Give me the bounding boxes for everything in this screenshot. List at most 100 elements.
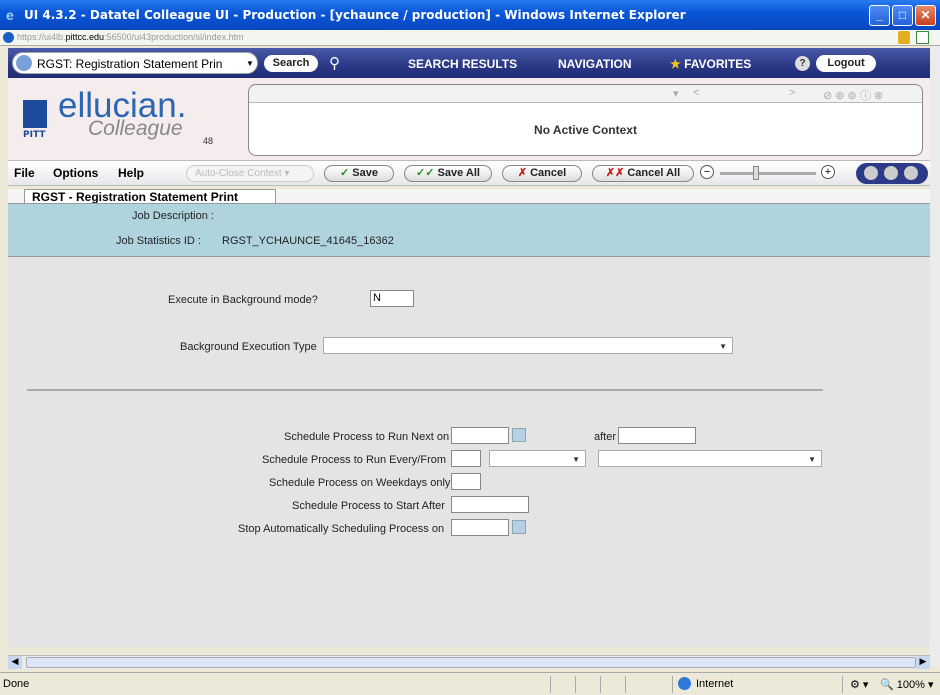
run-every-unit-select[interactable]: ▼: [489, 450, 586, 467]
certificate-icon[interactable]: [916, 31, 929, 44]
run-from-select[interactable]: ▼: [598, 450, 822, 467]
context-dropdown-icon[interactable]: ▾: [673, 87, 679, 100]
bg-type-select[interactable]: ▼: [323, 337, 733, 354]
menu-options[interactable]: Options: [53, 166, 98, 180]
maximize-button[interactable]: □: [892, 5, 913, 26]
menu-file[interactable]: File: [14, 166, 35, 180]
after-time-field[interactable]: [618, 427, 696, 444]
header: PITT ellucian. Colleague 48 ▾ < > ⊘ ⊛ ⊚ …: [8, 78, 930, 160]
bg-type-label: Background Execution Type: [180, 341, 317, 353]
favorite-icon[interactable]: [884, 166, 898, 180]
status-bar: Done Internet ⚙ ▾ 🔍 100% ▾: [0, 672, 940, 695]
address-bar[interactable]: https://ui4lb.pittcc.edu:56500/ui43produ…: [0, 30, 940, 46]
stop-label: Stop Automatically Scheduling Process on: [238, 523, 445, 535]
search-options-icon[interactable]: ⚲: [329, 54, 347, 72]
utility-icons: [856, 163, 928, 184]
page-icon: [3, 32, 14, 43]
cancel-button[interactable]: ✗ Cancel: [502, 165, 582, 182]
zoom-level[interactable]: 🔍 100% ▾: [880, 678, 933, 691]
context-status: No Active Context: [534, 123, 637, 137]
form-selector-value: RGST: Registration Statement Prin: [37, 57, 223, 71]
url-text: https://ui4lb.pittcc.edu:56500/ui43produ…: [17, 32, 244, 42]
context-action-icons[interactable]: ⊘ ⊛ ⊚ ⓘ ⊗: [823, 87, 883, 103]
globe-icon[interactable]: [864, 166, 878, 180]
after-label: after: [594, 431, 617, 443]
cancel-all-button[interactable]: ✗✗ Cancel All: [592, 165, 694, 182]
document-icon: [16, 55, 32, 71]
zone-text: Internet: [696, 678, 734, 690]
save-all-button[interactable]: ✓✓ Save All: [404, 165, 492, 182]
favorites-tab[interactable]: ★ FAVORITES: [670, 57, 751, 71]
navigation-tab[interactable]: NAVIGATION: [558, 57, 632, 71]
status-separator: [842, 676, 843, 693]
context-controls: ▾ < > ⊘ ⊛ ⊚ ⓘ ⊗: [249, 85, 922, 103]
save-button[interactable]: ✓ Save: [324, 165, 394, 182]
star-icon: ★: [670, 57, 681, 71]
calendar-icon[interactable]: [512, 428, 526, 442]
main-form: Execute in Background mode? N Background…: [8, 257, 930, 647]
form-tab-bar: RGST - Registration Statement Print: [8, 189, 930, 204]
search-results-tab[interactable]: SEARCH RESULTS: [408, 57, 517, 71]
run-next-date-field[interactable]: [451, 427, 509, 444]
menu-bar: File Options Help Auto-Close Context ▾ ✓…: [8, 160, 930, 186]
status-separator: [600, 676, 601, 693]
run-next-label: Schedule Process to Run Next on: [284, 431, 450, 443]
job-description-label: Job Description :: [132, 210, 214, 222]
job-stats-label: Job Statistics ID :: [116, 235, 201, 247]
window-title-bar: e UI 4.3.2 - Datatel Colleague UI - Prod…: [0, 0, 940, 30]
pitt-logo: [23, 100, 47, 128]
status-text: Done: [3, 678, 30, 690]
scroll-thumb[interactable]: [26, 657, 916, 668]
help-icon[interactable]: ?: [795, 56, 810, 71]
weekdays-label: Schedule Process on Weekdays only: [269, 477, 451, 489]
run-every-label: Schedule Process to Run Every/From: [262, 454, 447, 466]
status-separator: [575, 676, 576, 693]
zoom-slider-handle[interactable]: [753, 166, 759, 180]
lock-icon[interactable]: [898, 31, 910, 44]
ie-icon: e: [6, 7, 14, 23]
job-stats-value: RGST_YCHAUNCE_41645_16362: [222, 235, 394, 247]
chevron-down-icon: ▼: [808, 455, 816, 464]
stop-date-field[interactable]: [451, 519, 509, 536]
search-button[interactable]: Search: [264, 55, 318, 72]
help-circle-icon[interactable]: [904, 166, 918, 180]
protected-mode-icon[interactable]: ⚙ ▾: [850, 678, 868, 691]
context-next-icon[interactable]: >: [789, 87, 795, 99]
divider: [27, 389, 823, 391]
context-prev-icon[interactable]: <: [693, 87, 699, 99]
colleague-logo: Colleague: [88, 117, 183, 140]
tab-rgst[interactable]: RGST - Registration Statement Print: [24, 189, 276, 204]
check-all-icon: ✓✓: [416, 167, 435, 179]
bg-mode-field[interactable]: N: [370, 290, 414, 307]
institution-label: PITT: [23, 130, 46, 140]
logout-button[interactable]: Logout: [816, 55, 876, 72]
check-icon: ✓: [340, 167, 350, 179]
zoom-in-icon[interactable]: +: [821, 165, 835, 179]
zoom-out-icon[interactable]: −: [700, 165, 714, 179]
status-separator: [672, 676, 673, 693]
calendar-icon[interactable]: [512, 520, 526, 534]
job-info-panel: Job Description : Job Statistics ID : RG…: [8, 203, 930, 257]
start-after-field[interactable]: [451, 496, 529, 513]
chevron-down-icon: ▼: [246, 59, 254, 68]
scroll-right-icon[interactable]: ▶: [916, 656, 930, 669]
release-number: 48: [203, 136, 214, 146]
vertical-scrollbar[interactable]: [930, 46, 940, 666]
minimize-button[interactable]: _: [869, 5, 890, 26]
zoom-slider-track[interactable]: [720, 172, 816, 175]
internet-zone-icon: [678, 677, 691, 690]
x-all-icon: ✗✗: [605, 167, 625, 179]
run-every-number-field[interactable]: [451, 450, 481, 467]
form-selector[interactable]: RGST: Registration Statement Prin ▼: [12, 52, 258, 74]
chevron-down-icon: ▼: [572, 455, 580, 464]
weekdays-field[interactable]: [451, 473, 481, 490]
close-button[interactable]: ✕: [915, 5, 936, 26]
status-separator: [625, 676, 626, 693]
menu-help[interactable]: Help: [118, 166, 144, 180]
horizontal-scrollbar[interactable]: ◀ ▶: [8, 655, 930, 669]
scroll-left-icon[interactable]: ◀: [8, 656, 22, 669]
window-title: UI 4.3.2 - Datatel Colleague UI - Produc…: [24, 8, 686, 22]
start-after-label: Schedule Process to Start After: [292, 500, 445, 512]
bg-mode-label: Execute in Background mode?: [168, 294, 318, 306]
context-panel: ▾ < > ⊘ ⊛ ⊚ ⓘ ⊗ No Active Context: [248, 84, 923, 156]
